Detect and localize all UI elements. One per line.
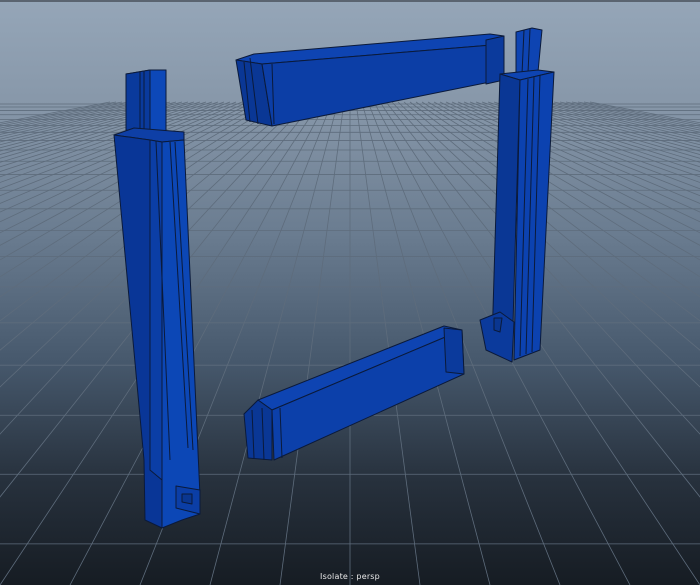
3d-viewport[interactable]: Isolate : persp [0, 0, 700, 585]
top-beam-mesh[interactable] [235, 33, 505, 127]
viewport-scene[interactable] [0, 0, 700, 585]
bottom-beam-mesh[interactable] [243, 325, 465, 461]
ground-grid [0, 101, 700, 585]
camera-label: Isolate : persp [320, 572, 380, 581]
